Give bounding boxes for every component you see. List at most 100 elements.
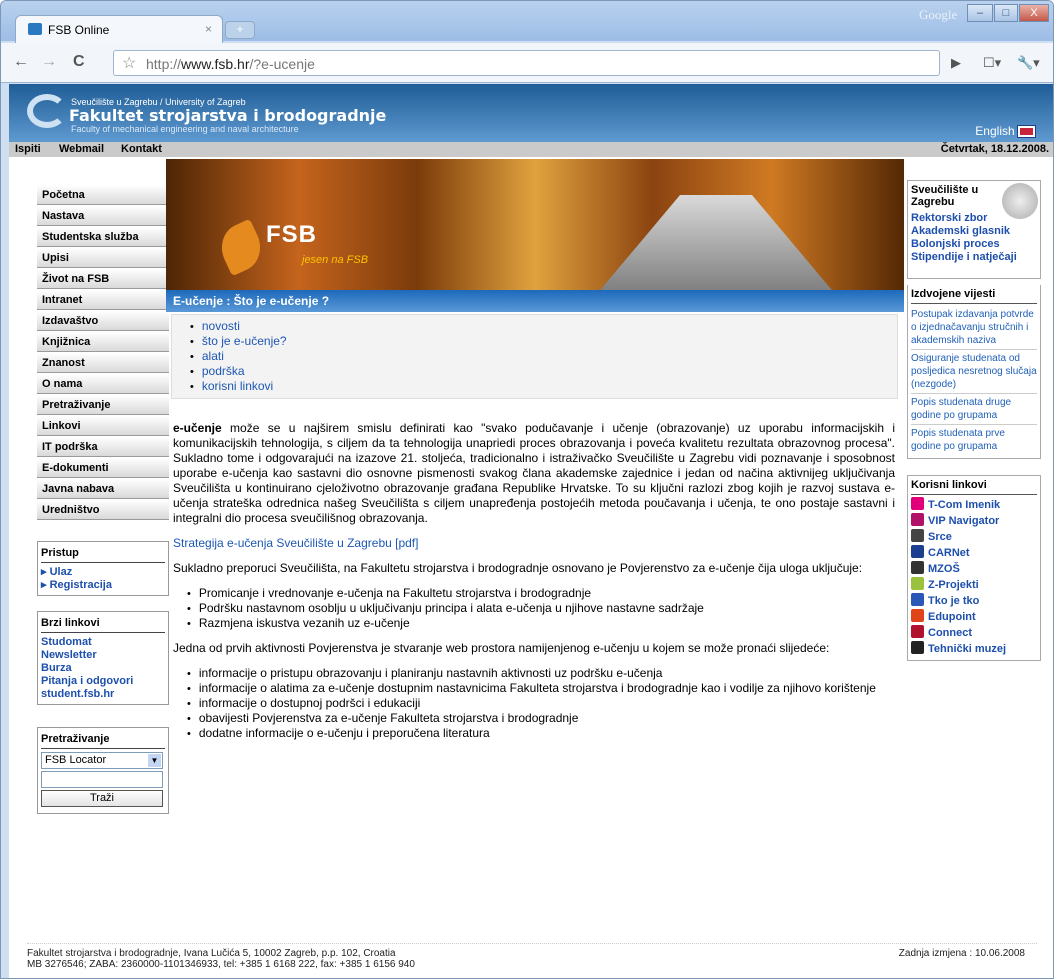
fsb-logo-icon[interactable] (27, 94, 67, 128)
uk-flag-icon (1017, 125, 1036, 139)
university-box: Sveučilište u Zagrebu Rektorski zbor Aka… (907, 180, 1041, 279)
list-item: informacije o dostupnoj podršci i edukac… (199, 696, 895, 711)
news-item[interactable]: Postupak izdavanja potvrde o izjednačava… (911, 306, 1037, 350)
paragraph: Sukladno preporuci Sveučilišta, na Fakul… (173, 561, 863, 575)
bookmark-star-icon[interactable]: ☆ (122, 53, 136, 73)
useful-link[interactable]: Srce (911, 529, 1037, 545)
nav-item[interactable]: Početna (37, 184, 169, 205)
nav-item[interactable]: Uredništvo (37, 499, 169, 520)
useful-link[interactable]: Tehnički muzej (911, 641, 1037, 657)
nav-item[interactable]: Knjižnica (37, 331, 169, 352)
top-nav: Ispiti Webmail Kontakt Četvrtak, 18.12.2… (9, 142, 1053, 157)
link-logo-icon (911, 513, 924, 526)
nav-item[interactable]: Pretraživanje (37, 394, 169, 415)
road-image (596, 195, 836, 295)
quick-link[interactable]: student.fsb.hr (41, 688, 165, 701)
useful-link[interactable]: VIP Navigator (911, 513, 1037, 529)
search-input[interactable] (41, 771, 163, 788)
news-item[interactable]: Popis studenata druge godine po grupama (911, 394, 1037, 425)
quick-link[interactable]: Burza (41, 662, 165, 675)
submenu-item[interactable]: novosti (202, 319, 897, 334)
useful-link[interactable]: CARNet (911, 545, 1037, 561)
nav-item[interactable]: Nastava (37, 205, 169, 226)
topnav-webmail[interactable]: Webmail (59, 143, 104, 155)
strategy-link[interactable]: Strategija e-učenja Sveučilište u Zagreb… (173, 536, 418, 550)
search-title: Pretraživanje (41, 731, 165, 749)
back-button[interactable]: ← (13, 53, 29, 71)
tools-menu-icon[interactable]: 🔧▾ (1017, 55, 1040, 71)
useful-link-label: Tehnički muzej (928, 643, 1007, 655)
banner-tagline: jesen na FSB (302, 254, 369, 266)
title-bar: FSB Online × + Google – □ X (1, 1, 1053, 43)
forward-button[interactable]: → (41, 53, 57, 71)
topnav-ispiti[interactable]: Ispiti (15, 143, 41, 155)
reload-button[interactable]: C (73, 53, 85, 71)
useful-link[interactable]: Tko je tko (911, 593, 1037, 609)
useful-link-label: Z-Projekti (928, 579, 979, 591)
link-logo-icon (911, 497, 924, 510)
browser-tab[interactable]: FSB Online × (15, 15, 223, 43)
close-window-button[interactable]: X (1019, 4, 1049, 22)
useful-link[interactable]: MZOŠ (911, 561, 1037, 577)
quick-link[interactable]: Studomat (41, 636, 165, 649)
submenu-item[interactable]: podrška (202, 364, 897, 379)
uni-link[interactable]: Akademski glasnik (911, 225, 1037, 238)
useful-link[interactable]: Edupoint (911, 609, 1037, 625)
nav-item[interactable]: Linkovi (37, 415, 169, 436)
nav-item[interactable]: Život na FSB (37, 268, 169, 289)
submenu-item[interactable]: što je e-učenje? (202, 334, 897, 349)
maximize-button[interactable]: □ (994, 4, 1018, 22)
quick-link[interactable]: Newsletter (41, 649, 165, 662)
nav-item[interactable]: O nama (37, 373, 169, 394)
news-item[interactable]: Osiguranje studenata od posljedica nesre… (911, 350, 1037, 394)
page-menu-icon[interactable]: ☐▾ (983, 55, 1001, 71)
address-bar[interactable]: ☆ http://www.fsb.hr/?e-ucenje (113, 50, 940, 76)
uni-link[interactable]: Bolonjski proces (911, 238, 1037, 251)
news-item[interactable]: Popis studenata prve godine po grupama (911, 425, 1037, 455)
tab-close-button[interactable]: × (205, 22, 212, 36)
list-item: Promicanje i vrednovanje e-učenja na Fak… (199, 586, 895, 601)
tab-title: FSB Online (48, 23, 110, 37)
useful-link[interactable]: T-Com Imenik (911, 497, 1037, 513)
nav-item[interactable]: Javna nabava (37, 478, 169, 499)
nav-item[interactable]: Studentska služba (37, 226, 169, 247)
list-item: dodatne informacije o e-učenju i preporu… (199, 726, 895, 741)
nav-item[interactable]: Intranet (37, 289, 169, 310)
useful-link-label: Srce (928, 531, 952, 543)
search-select[interactable]: FSB Locator ▼ (41, 752, 163, 769)
list-item: informacije o pristupu obrazovanju i pla… (199, 666, 895, 681)
link-logo-icon (911, 545, 924, 558)
nav-item[interactable]: E-dokumenti (37, 457, 169, 478)
login-link[interactable]: ▸ Ulaz (41, 566, 165, 579)
footer-address: Fakultet strojarstva i brodogradnje, Iva… (27, 948, 396, 959)
submenu-item[interactable]: korisni linkovi (202, 379, 897, 394)
university-seal-icon (1002, 183, 1038, 219)
new-tab-button[interactable]: + (225, 21, 255, 39)
english-link[interactable]: English (975, 124, 1036, 139)
quick-link[interactable]: Pitanja i odgovori (41, 675, 165, 688)
autumn-banner-image: FSB jesen na FSB (166, 159, 904, 295)
go-button[interactable]: ▶ (951, 55, 961, 71)
footer: Fakultet strojarstva i brodogradnje, Iva… (27, 943, 1037, 970)
useful-link[interactable]: Connect (911, 625, 1037, 641)
useful-link-label: Edupoint (928, 611, 976, 623)
google-label: Google (919, 7, 958, 22)
browser-window: FSB Online × + Google – □ X ← → C ☆ http… (0, 0, 1054, 979)
useful-link[interactable]: Z-Projekti (911, 577, 1037, 593)
nav-item[interactable]: Znanost (37, 352, 169, 373)
nav-item[interactable]: Upisi (37, 247, 169, 268)
submenu-item[interactable]: alati (202, 349, 897, 364)
search-box: Pretraživanje FSB Locator ▼ Traži (37, 727, 169, 814)
link-logo-icon (911, 561, 924, 574)
minimize-button[interactable]: – (967, 4, 993, 22)
register-link[interactable]: ▸ Registracija (41, 579, 165, 592)
main-content: e-učenje može se u najširem smislu defin… (173, 421, 895, 751)
link-logo-icon (911, 577, 924, 590)
topnav-kontakt[interactable]: Kontakt (121, 143, 162, 155)
nav-item[interactable]: IT podrška (37, 436, 169, 457)
nav-item[interactable]: Izdavaštvo (37, 310, 169, 331)
search-button[interactable]: Traži (41, 790, 163, 807)
site-header: Sveučilište u Zagrebu / University of Za… (9, 84, 1053, 142)
resource-list: informacije o pristupu obrazovanju i pla… (199, 666, 895, 741)
uni-link[interactable]: Stipendije i natječaji (911, 251, 1037, 264)
